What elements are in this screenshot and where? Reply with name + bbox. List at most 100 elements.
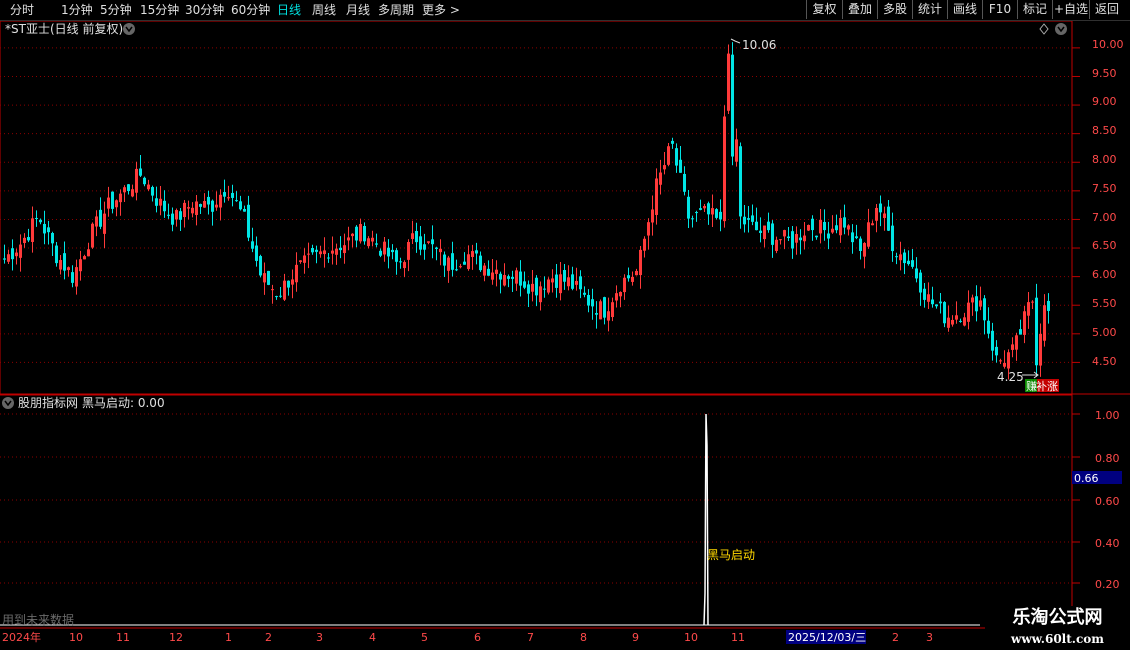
candle-body — [495, 269, 498, 274]
candle-body — [87, 249, 90, 257]
candle-body — [471, 251, 474, 257]
candle-body — [779, 239, 782, 241]
signal-annotation: 黑马启动 — [707, 548, 755, 562]
candle-body — [39, 219, 42, 223]
candle-body — [759, 230, 762, 233]
overlay-button[interactable]: 叠加 — [842, 0, 877, 19]
signal-spike — [703, 413, 709, 626]
signal-line — [703, 413, 709, 626]
tf-60min[interactable]: 60分钟 — [231, 2, 270, 18]
tf-more[interactable]: 更多 > — [422, 2, 460, 18]
candle-body — [407, 242, 410, 260]
candle-body — [567, 277, 570, 287]
candle-body — [743, 216, 746, 225]
diamond-icon[interactable] — [1039, 23, 1049, 35]
candle-body — [999, 360, 1002, 362]
candle-body — [167, 214, 170, 216]
indicator-y-axis: 1.00 0.80 0.60 0.40 0.20 — [1095, 409, 1120, 591]
candle-body — [291, 279, 294, 285]
cursor-date: 2025/12/03/三 — [788, 631, 866, 644]
y-tick-label: 6.00 — [1092, 268, 1117, 281]
indicator-gridlines — [0, 413, 1080, 584]
candle-body — [387, 247, 390, 257]
candle-body — [19, 244, 22, 258]
tf-30min[interactable]: 30分钟 — [185, 2, 224, 18]
future-data-watermark: 用到未来数据 — [2, 612, 74, 627]
tf-multi[interactable]: 多周期 — [378, 2, 414, 18]
candle-body — [111, 191, 114, 209]
y-tick-label: 0.20 — [1095, 578, 1120, 591]
tf-monthly[interactable]: 月线 — [346, 2, 370, 18]
candle-body — [415, 231, 418, 243]
candle-body — [975, 296, 978, 312]
candle-body — [987, 320, 990, 334]
candle-body — [195, 201, 198, 215]
indicator-menu-icon[interactable] — [2, 397, 14, 409]
candle-body — [707, 203, 710, 215]
candle-body — [499, 273, 502, 280]
candle-body — [359, 224, 362, 242]
tf-daily[interactable]: 日线 — [277, 2, 301, 18]
tf-more-label: 更多 — [422, 3, 447, 17]
x-axis: 2024年 10 11 12 1 2 3 4 5 6 7 8 9 10 11 2… — [2, 630, 933, 644]
x-tick-label: 11 — [731, 631, 745, 644]
stats-button[interactable]: 统计 — [912, 0, 947, 19]
candle-body — [331, 250, 334, 254]
candle-body — [831, 228, 834, 233]
candle-body — [899, 254, 902, 261]
draw-line-button[interactable]: 画线 — [947, 0, 982, 19]
candle-body — [303, 255, 306, 263]
y-tick-label: 5.00 — [1092, 326, 1117, 339]
f10-button[interactable]: F10 — [982, 0, 1017, 19]
candle-body — [535, 277, 538, 296]
y-tick-label: 5.50 — [1092, 297, 1117, 310]
candle-body — [767, 221, 770, 231]
candle-body — [915, 268, 918, 279]
tf-5min[interactable]: 5分钟 — [100, 2, 132, 18]
candle-body — [659, 172, 662, 185]
candle-body — [399, 261, 402, 263]
candle-body — [411, 233, 414, 239]
candle-body — [627, 275, 630, 279]
y-tick-label: 8.50 — [1092, 124, 1117, 137]
back-button[interactable]: 返回 — [1089, 0, 1124, 19]
multi-stock-button[interactable]: 多股 — [877, 0, 912, 19]
candle-body — [843, 217, 846, 228]
candle-body — [363, 226, 366, 242]
candle-body — [695, 212, 698, 214]
candle-body — [511, 276, 514, 279]
candle-body — [651, 209, 654, 223]
chart-settings-icon[interactable] — [1055, 23, 1067, 35]
candle-body — [83, 256, 86, 260]
indicator-title[interactable]: 股朋指标网 — [18, 395, 78, 410]
x-tick-label: 11 — [116, 631, 130, 644]
candle-body — [35, 217, 38, 219]
candle-body — [63, 253, 66, 271]
candle-body — [315, 249, 318, 252]
candle-body — [675, 148, 678, 166]
candle-body — [687, 196, 690, 219]
candle-body — [255, 245, 258, 261]
tf-1min[interactable]: 1分钟 — [61, 2, 93, 18]
y-tick-label: 0.80 — [1095, 452, 1120, 465]
candle-body — [299, 260, 302, 262]
candle-body — [239, 201, 242, 210]
tf-15min[interactable]: 15分钟 — [140, 2, 179, 18]
candle-body — [275, 296, 278, 298]
candle-body — [335, 248, 338, 255]
candle-body — [927, 294, 930, 302]
title-dropdown-icon[interactable] — [123, 23, 135, 35]
candle-body — [947, 317, 950, 328]
candle-body — [487, 268, 490, 276]
tf-intraday[interactable]: 分时 — [10, 2, 34, 18]
candle-body — [491, 272, 494, 280]
candle-body — [203, 201, 206, 208]
tf-weekly[interactable]: 周线 — [312, 2, 336, 18]
y-tick-label: 0.40 — [1095, 537, 1120, 550]
candle-body — [187, 207, 190, 209]
candle-body — [979, 300, 982, 307]
candle-body — [603, 297, 606, 318]
fq-button[interactable]: 复权 — [806, 0, 842, 19]
mark-button[interactable]: 标记 — [1017, 0, 1052, 19]
add-watchlist-button[interactable]: +自选 — [1052, 0, 1089, 19]
